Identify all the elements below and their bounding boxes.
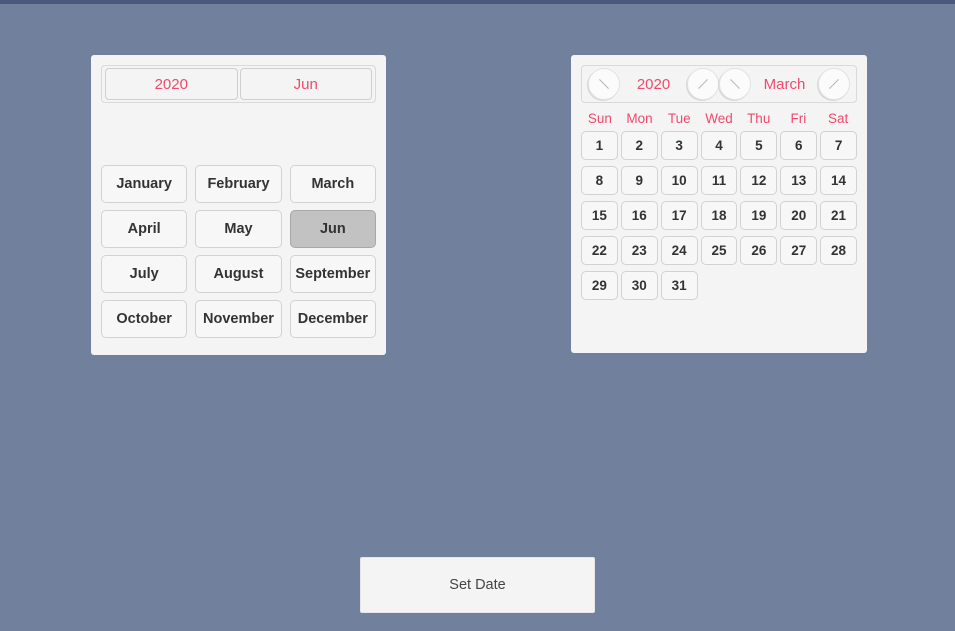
prev-month-button[interactable] bbox=[719, 68, 751, 100]
calendar-day-cell[interactable]: 22 bbox=[581, 236, 618, 265]
calendar-day-cell[interactable]: 31 bbox=[660, 271, 698, 300]
calendar-year-label: 2020 bbox=[636, 75, 671, 93]
top-border-strip bbox=[0, 0, 955, 4]
month-picker-panel: 2020 Jun January February March April May Jun… bbox=[91, 55, 386, 355]
day-of-week-header-row: Sun Mon Tue Wed Thu Fri Sat bbox=[581, 111, 857, 126]
calendar-day-cell[interactable]: 21 bbox=[820, 201, 857, 230]
calendar-day-cell[interactable]: 1 bbox=[581, 131, 618, 160]
calendar-day-cell[interactable]: 4 bbox=[700, 131, 738, 160]
day-of-week-label: Thu bbox=[747, 111, 771, 126]
calendar-day-cell[interactable]: 2 bbox=[620, 131, 658, 160]
month-cell[interactable]: July bbox=[101, 255, 188, 293]
set-date-label: Set Date bbox=[449, 577, 506, 593]
calendar-day-cell[interactable]: 20 bbox=[780, 201, 818, 230]
month-cell[interactable]: November bbox=[195, 300, 282, 338]
calendar-day-cell[interactable]: 7 bbox=[820, 131, 857, 160]
calendar-day-cell[interactable]: 12 bbox=[740, 166, 778, 195]
calendar-day-cell[interactable]: 10 bbox=[660, 166, 698, 195]
month-cell[interactable]: May bbox=[195, 210, 282, 248]
calendar-day-cell[interactable]: 28 bbox=[820, 236, 857, 265]
calendar-day-cell[interactable]: 3 bbox=[660, 131, 698, 160]
set-date-button[interactable]: Set Date bbox=[360, 557, 595, 613]
month-display-button[interactable]: Jun bbox=[239, 68, 372, 100]
calendar-day-cell[interactable]: 11 bbox=[700, 166, 738, 195]
day-of-week-label: Fri bbox=[790, 111, 807, 126]
calendar-day-cell[interactable]: 16 bbox=[620, 201, 658, 230]
calendar-day-cell[interactable]: 27 bbox=[780, 236, 818, 265]
calendar-day-cell[interactable]: 5 bbox=[740, 131, 778, 160]
month-cell[interactable]: March bbox=[289, 165, 376, 203]
calendar-day-cell[interactable]: 24 bbox=[660, 236, 698, 265]
prev-year-button[interactable] bbox=[588, 68, 620, 100]
day-of-week-label: Sat bbox=[828, 111, 849, 126]
calendar-day-cell[interactable]: 14 bbox=[820, 166, 857, 195]
year-display-button[interactable]: 2020 bbox=[105, 68, 238, 100]
month-cell[interactable]: October bbox=[101, 300, 188, 338]
month-cell[interactable]: April bbox=[101, 210, 188, 248]
calendar-day-cell[interactable]: 26 bbox=[740, 236, 778, 265]
year-display-label: 2020 bbox=[154, 75, 188, 93]
calendar-day-cell[interactable]: 17 bbox=[660, 201, 698, 230]
calendar-day-cell[interactable]: 8 bbox=[581, 166, 618, 195]
calendar-navigation-header: 2020 March bbox=[581, 65, 857, 103]
calendar-day-cell[interactable]: 9 bbox=[620, 166, 658, 195]
next-year-button[interactable] bbox=[687, 68, 719, 100]
calendar-panel: 2020 March Sun Mon Tue Wed Thu Fri Sat 1234567… bbox=[571, 55, 867, 353]
calendar-day-cell[interactable]: 13 bbox=[780, 166, 818, 195]
calendar-day-cell[interactable]: 25 bbox=[700, 236, 738, 265]
month-cell[interactable]: September bbox=[289, 255, 376, 293]
calendar-month-label: March bbox=[763, 75, 806, 93]
next-month-button[interactable] bbox=[818, 68, 850, 100]
calendar-day-cell[interactable]: 19 bbox=[740, 201, 778, 230]
calendar-day-cell[interactable]: 23 bbox=[620, 236, 658, 265]
month-cell[interactable]: August bbox=[195, 255, 282, 293]
day-of-week-label: Wed bbox=[705, 111, 733, 126]
calendar-day-cell[interactable]: 29 bbox=[581, 271, 618, 300]
month-cell[interactable]: December bbox=[289, 300, 376, 338]
month-cell[interactable]: January bbox=[101, 165, 188, 203]
month-cell[interactable]: Jun bbox=[289, 210, 376, 248]
calendar-day-cell[interactable]: 6 bbox=[780, 131, 818, 160]
calendar-day-cell[interactable]: 30 bbox=[620, 271, 658, 300]
month-display-label: Jun bbox=[293, 75, 318, 93]
calendar-day-cell[interactable]: 18 bbox=[700, 201, 738, 230]
calendar-day-grid: 1 2 3 4 5 6 7 8 9 10 11 12 13 14 15 16 17 18 19 20 21 22 23 24 2… bbox=[581, 131, 857, 300]
day-of-week-label: Sun bbox=[587, 111, 612, 126]
year-month-selector-bar: 2020 Jun bbox=[101, 65, 376, 103]
day-of-week-label: Mon bbox=[626, 111, 653, 126]
calendar-day-cell[interactable]: 15 bbox=[581, 201, 618, 230]
day-of-week-label: Tue bbox=[667, 111, 691, 126]
month-cell[interactable]: February bbox=[195, 165, 282, 203]
month-grid: January February March April May Jun July Augus… bbox=[101, 165, 376, 338]
